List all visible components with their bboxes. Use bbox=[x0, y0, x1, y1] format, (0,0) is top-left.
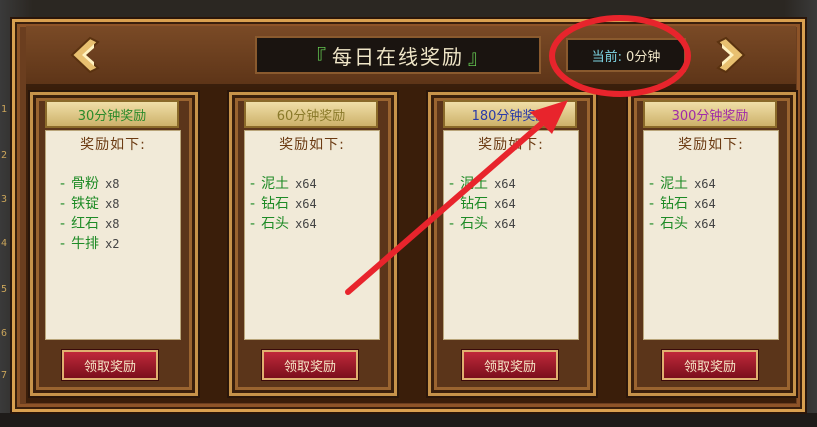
reward-item: - 石头 x64 bbox=[449, 216, 516, 232]
claim-reward-button-300min[interactable]: 领取奖励 bbox=[662, 350, 758, 380]
title-bracket-left: 『 bbox=[306, 44, 328, 69]
card-tab-300min: 300分钟奖励 bbox=[643, 100, 777, 128]
side-marker: 1 bbox=[1, 104, 8, 115]
card-tab-60min: 60分钟奖励 bbox=[244, 100, 378, 128]
card-tab-label: 300分钟奖励 bbox=[671, 108, 749, 124]
online-time-label: 当前: bbox=[591, 49, 623, 65]
rewards-heading: 奖励如下: bbox=[279, 137, 345, 153]
rewards-heading: 奖励如下: bbox=[478, 137, 544, 153]
card-panel-300min bbox=[643, 130, 779, 340]
reward-item: - 泥土 x64 bbox=[250, 176, 317, 192]
chevron-right-icon bbox=[716, 36, 746, 74]
window-title: 『 每日在线奖励 』 bbox=[255, 36, 541, 74]
reward-item: - 钻石 x64 bbox=[649, 196, 716, 212]
reward-item: - 骨粉 x8 bbox=[60, 176, 120, 192]
side-marker: 5 bbox=[1, 284, 8, 295]
reward-item: - 铁锭 x8 bbox=[60, 196, 120, 212]
reward-list-60min: - 泥土 x64 - 钻石 x64 - 石头 x64 bbox=[250, 174, 317, 234]
rewards-heading: 奖励如下: bbox=[80, 137, 146, 153]
online-time-display: 当前: 0分钟 bbox=[566, 38, 686, 72]
rewards-heading: 奖励如下: bbox=[678, 137, 744, 153]
card-panel-180min bbox=[443, 130, 579, 340]
reward-item: - 泥土 x64 bbox=[649, 176, 716, 192]
reward-item: - 牛排 x2 bbox=[60, 236, 120, 252]
claim-reward-button-180min[interactable]: 领取奖励 bbox=[462, 350, 558, 380]
side-marker: 6 bbox=[1, 328, 8, 339]
side-marker: 7 bbox=[1, 370, 8, 381]
title-text: 每日在线奖励 bbox=[332, 44, 464, 69]
reward-list-300min: - 泥土 x64 - 钻石 x64 - 石头 x64 bbox=[649, 174, 716, 234]
reward-item: - 泥土 x64 bbox=[449, 176, 516, 192]
next-page-button[interactable] bbox=[710, 34, 752, 76]
claim-reward-button-30min[interactable]: 领取奖励 bbox=[62, 350, 158, 380]
hotbar-strip bbox=[0, 413, 817, 427]
title-bracket-right: 』 bbox=[468, 44, 490, 69]
card-tab-180min: 180分钟奖励 bbox=[443, 100, 577, 128]
claim-reward-button-60min[interactable]: 领取奖励 bbox=[262, 350, 358, 380]
card-tab-label: 180分钟奖励 bbox=[471, 108, 549, 124]
reward-list-180min: - 泥土 x64 - 钻石 x64 - 石头 x64 bbox=[449, 174, 516, 234]
reward-item: - 石头 x64 bbox=[649, 216, 716, 232]
online-time-value: 0分钟 bbox=[626, 49, 661, 65]
card-tab-label: 30分钟奖励 bbox=[77, 108, 147, 124]
card-tab-30min: 30分钟奖励 bbox=[45, 100, 179, 128]
side-marker: 4 bbox=[1, 238, 8, 249]
reward-item: - 钻石 x64 bbox=[449, 196, 516, 212]
reward-item: - 石头 x64 bbox=[250, 216, 317, 232]
reward-item: - 钻石 x64 bbox=[250, 196, 317, 212]
card-tab-label: 60分钟奖励 bbox=[276, 108, 346, 124]
card-panel-60min bbox=[244, 130, 380, 340]
side-marker: 3 bbox=[1, 194, 8, 205]
chevron-left-icon bbox=[70, 36, 100, 74]
reward-item: - 红石 x8 bbox=[60, 216, 120, 232]
side-marker: 2 bbox=[1, 150, 8, 161]
prev-page-button[interactable] bbox=[64, 34, 106, 76]
reward-list-30min: - 骨粉 x8 - 铁锭 x8 - 红石 x8 - 牛排 x2 bbox=[60, 174, 120, 254]
